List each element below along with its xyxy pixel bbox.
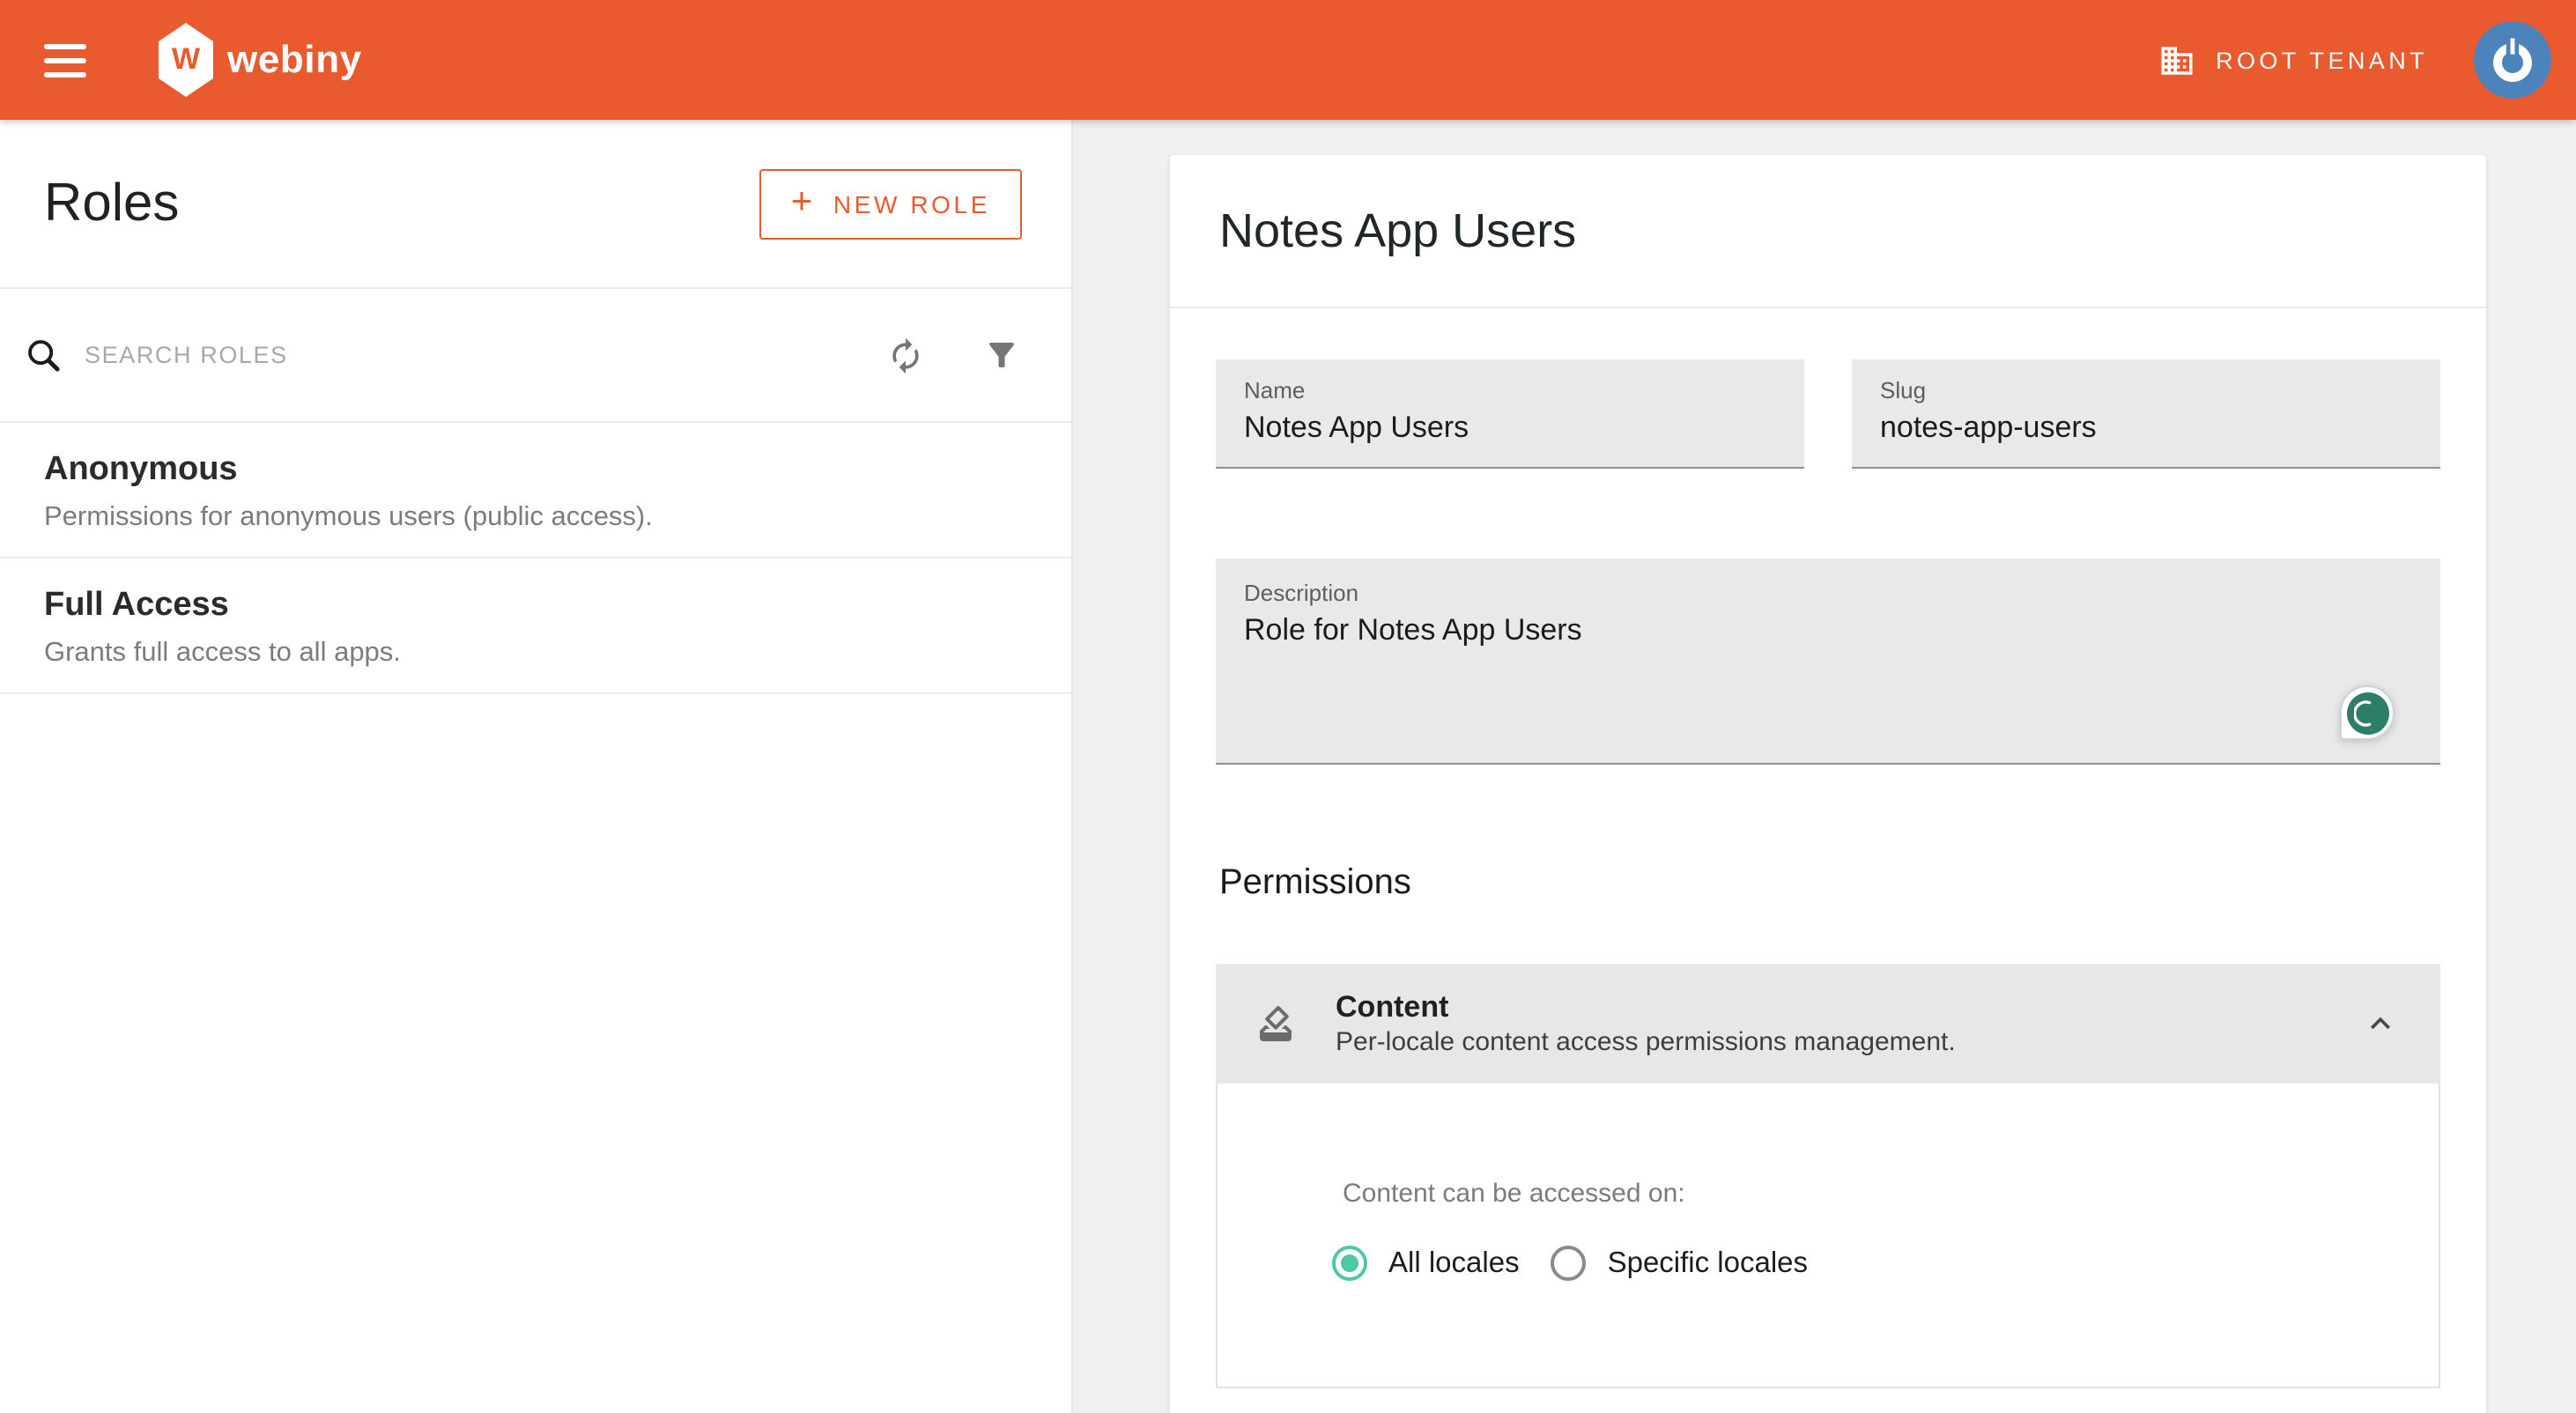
name-field-value: Notes App Users: [1244, 411, 1776, 446]
chevron-up-icon[interactable]: [2359, 1002, 2402, 1045]
radio-group-label: Content can be accessed on:: [1343, 1179, 2439, 1210]
radio-option-specific-locales[interactable]: Specific locales: [1551, 1246, 1808, 1281]
locales-radio-group: All locales Specific locales: [1332, 1246, 2439, 1281]
filter-icon[interactable]: [980, 334, 1022, 376]
app-root: W webiny ROOT TENANT Roles: [0, 0, 2576, 1413]
accordion-header-content[interactable]: Content Per-locale content access permis…: [1216, 964, 2440, 1084]
permissions-heading: Permissions: [1219, 863, 2486, 904]
description-field[interactable]: Description Role for Notes App Users: [1216, 559, 2440, 765]
content-permissions-accordion: Content Per-locale content access permis…: [1216, 964, 2440, 1388]
chat-widget-button[interactable]: [2340, 685, 2395, 740]
appbar-right: ROOT TENANT: [2158, 21, 2551, 99]
roles-list-header: Roles + NEW ROLE: [0, 120, 1071, 289]
radio-option-label: Specific locales: [1608, 1247, 1808, 1280]
list-item-anonymous[interactable]: Anonymous Permissions for anonymous user…: [0, 423, 1071, 559]
accordion-title: Content: [1336, 990, 1956, 1025]
roles-list-panel: Roles + NEW ROLE: [0, 120, 1073, 1413]
role-detail-header: Notes App Users: [1170, 155, 2486, 308]
webiny-logo[interactable]: W webiny: [159, 23, 362, 97]
page-title: Roles: [44, 174, 179, 233]
chat-spinner-icon: [2346, 692, 2388, 734]
name-slug-row: Name Notes App Users Slug notes-app-user…: [1216, 359, 2440, 469]
description-field-label: Description: [1244, 580, 2412, 606]
search-input[interactable]: [85, 342, 885, 368]
main-layout: Roles + NEW ROLE: [0, 120, 2576, 1413]
tenant-label[interactable]: ROOT TENANT: [2216, 47, 2428, 73]
radio-unselected-icon[interactable]: [1551, 1246, 1587, 1281]
new-role-button[interactable]: + NEW ROLE: [759, 168, 1022, 239]
accordion-subtitle: Per-locale content access permissions ma…: [1336, 1027, 1956, 1057]
webiny-hexagon-icon: W: [159, 23, 213, 97]
roles-list: Anonymous Permissions for anonymous user…: [0, 423, 1071, 694]
name-field[interactable]: Name Notes App Users: [1216, 359, 1804, 469]
role-detail-area: Notes App Users Name Notes App Users Slu…: [1073, 120, 2576, 1413]
role-detail-title: Notes App Users: [1219, 203, 1576, 258]
radio-selected-icon[interactable]: [1332, 1246, 1367, 1281]
slug-field-label: Slug: [1880, 377, 2412, 403]
roles-search-bar: [0, 289, 1071, 423]
new-role-button-label: NEW ROLE: [833, 189, 990, 218]
radio-option-label: All locales: [1388, 1247, 1520, 1280]
slug-field[interactable]: Slug notes-app-users: [1852, 359, 2440, 469]
role-description: Grants full access to all apps.: [44, 638, 1027, 670]
radio-option-all-locales[interactable]: All locales: [1332, 1246, 1520, 1281]
logo-letter: W: [172, 42, 200, 78]
description-field-value: Role for Notes App Users: [1244, 613, 2412, 648]
tenant-building-icon: [2158, 41, 2195, 78]
accordion-header-text: Content Per-locale content access permis…: [1336, 990, 1956, 1057]
brand-wordmark: webiny: [227, 37, 362, 83]
search-icon: [21, 334, 63, 376]
role-name: Anonymous: [44, 449, 1027, 490]
avatar[interactable]: [2474, 21, 2551, 99]
slug-field-value: notes-app-users: [1880, 411, 2412, 446]
top-app-bar: W webiny ROOT TENANT: [0, 0, 2576, 120]
refresh-icon[interactable]: [885, 334, 927, 376]
role-name: Full Access: [44, 585, 1027, 625]
ballot-content-icon: [1255, 1002, 1297, 1045]
role-description: Permissions for anonymous users (public …: [44, 502, 1027, 534]
menu-icon[interactable]: [44, 43, 86, 77]
accordion-body-content: Content can be accessed on: All locales …: [1216, 1084, 2440, 1388]
plus-icon: +: [791, 183, 816, 220]
role-detail-card: Notes App Users Name Notes App Users Slu…: [1170, 155, 2486, 1413]
list-item-full-access[interactable]: Full Access Grants full access to all ap…: [0, 559, 1071, 694]
name-field-label: Name: [1244, 377, 1776, 403]
